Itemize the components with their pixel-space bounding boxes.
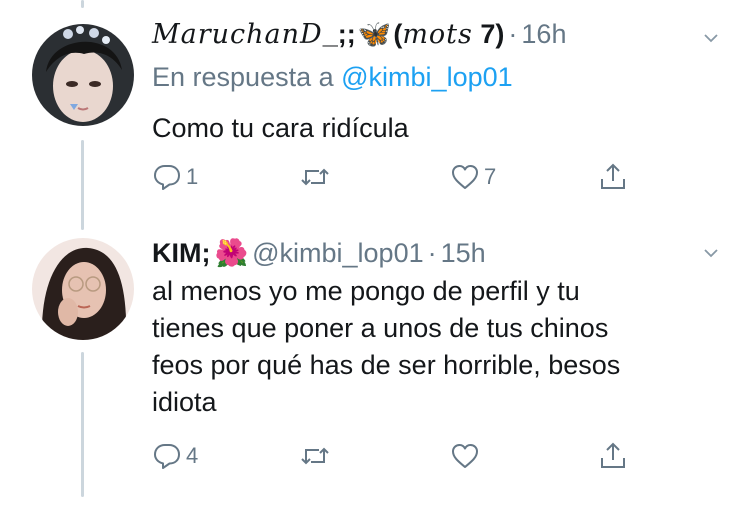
reply-count: 4 — [186, 443, 199, 468]
display-name-paren-open: ( — [393, 19, 403, 49]
reply-count: 1 — [186, 164, 199, 189]
tweet-1-separator: · — [508, 19, 518, 49]
display-name-script: MaruchanD — [152, 19, 323, 50]
tweet-1-time[interactable]: 16h — [521, 19, 566, 50]
reply-button[interactable]: 4 — [152, 441, 198, 471]
display-name-paren-script: mots — [402, 19, 473, 50]
heart-icon — [452, 165, 478, 189]
retweet-button[interactable] — [300, 441, 330, 471]
tweet-2-text-line: idiota — [152, 387, 217, 417]
tweet-1-actions: 1 7 — [152, 162, 642, 196]
share-icon — [601, 163, 625, 189]
like-button[interactable]: 7 — [450, 162, 496, 192]
comment-bubble-icon — [154, 165, 180, 190]
tweet-2-text-line: tienes que poner a unos de tus chinos — [152, 313, 609, 343]
heart-icon — [452, 444, 478, 468]
like-count: 7 — [484, 164, 497, 189]
tweet-2-text-line: al menos yo me pongo de perfil y tu — [152, 276, 580, 306]
share-icon — [601, 442, 625, 468]
tweet-2-header: KIM; 🌺 @kimbi_lop01 · 15h — [152, 237, 486, 269]
tweet-1-reply-to: En respuesta a @kimbi_lop01 — [152, 62, 513, 93]
comment-bubble-icon — [154, 444, 180, 469]
avatar-maruchan-image — [32, 24, 134, 126]
tweet-2-display-name[interactable]: KIM; 🌺 — [152, 237, 252, 269]
share-button[interactable] — [598, 441, 628, 471]
avatar-maruchan[interactable] — [32, 24, 134, 126]
avatar-kim[interactable] — [32, 238, 134, 340]
tweet-2-separator: · — [427, 238, 437, 268]
retweet-button[interactable] — [300, 162, 330, 192]
tweet-1-text: Como tu cara ridícula — [152, 113, 409, 143]
share-button[interactable] — [598, 162, 628, 192]
tweet-1-display-name[interactable]: MaruchanD_;;🦋(mots 7) — [152, 18, 504, 50]
display-name-text: KIM; — [152, 238, 211, 268]
reply-button[interactable]: 1 — [152, 162, 198, 192]
chevron-down-icon[interactable] — [703, 30, 719, 46]
tweet-2[interactable]: KIM; 🌺 @kimbi_lop01 · 15h al menos yo me … — [0, 225, 749, 507]
tweet-2-text-line: feos por qué has de ser horrible, besos — [152, 350, 621, 380]
like-button[interactable] — [450, 441, 480, 471]
butterfly-emoji-icon: 🦋 — [357, 19, 392, 49]
hibiscus-emoji-icon: 🌺 — [214, 238, 249, 268]
display-name-paren-end: 7) — [472, 19, 505, 49]
avatar-kim-image — [32, 238, 134, 340]
tweet-1[interactable]: MaruchanD_;;🦋(mots 7) · 16h En respuesta… — [0, 0, 749, 225]
display-name-suffix: _;; — [322, 19, 356, 49]
tweet-1-header: MaruchanD_;;🦋(mots 7) · 16h — [152, 18, 566, 50]
tweet-2-handle[interactable]: @kimbi_lop01 — [252, 238, 424, 269]
chevron-down-icon[interactable] — [703, 245, 719, 261]
reply-to-prefix: En respuesta a — [152, 62, 334, 92]
tweet-2-actions: 4 — [152, 441, 642, 475]
tweet-2-text: al menos yo me pongo de perfil y tu tien… — [152, 273, 732, 421]
reply-to-handle-link[interactable]: @kimbi_lop01 — [341, 62, 513, 92]
tweet-2-time[interactable]: 15h — [441, 238, 486, 269]
retweet-icon — [301, 168, 329, 186]
retweet-icon — [301, 447, 329, 465]
